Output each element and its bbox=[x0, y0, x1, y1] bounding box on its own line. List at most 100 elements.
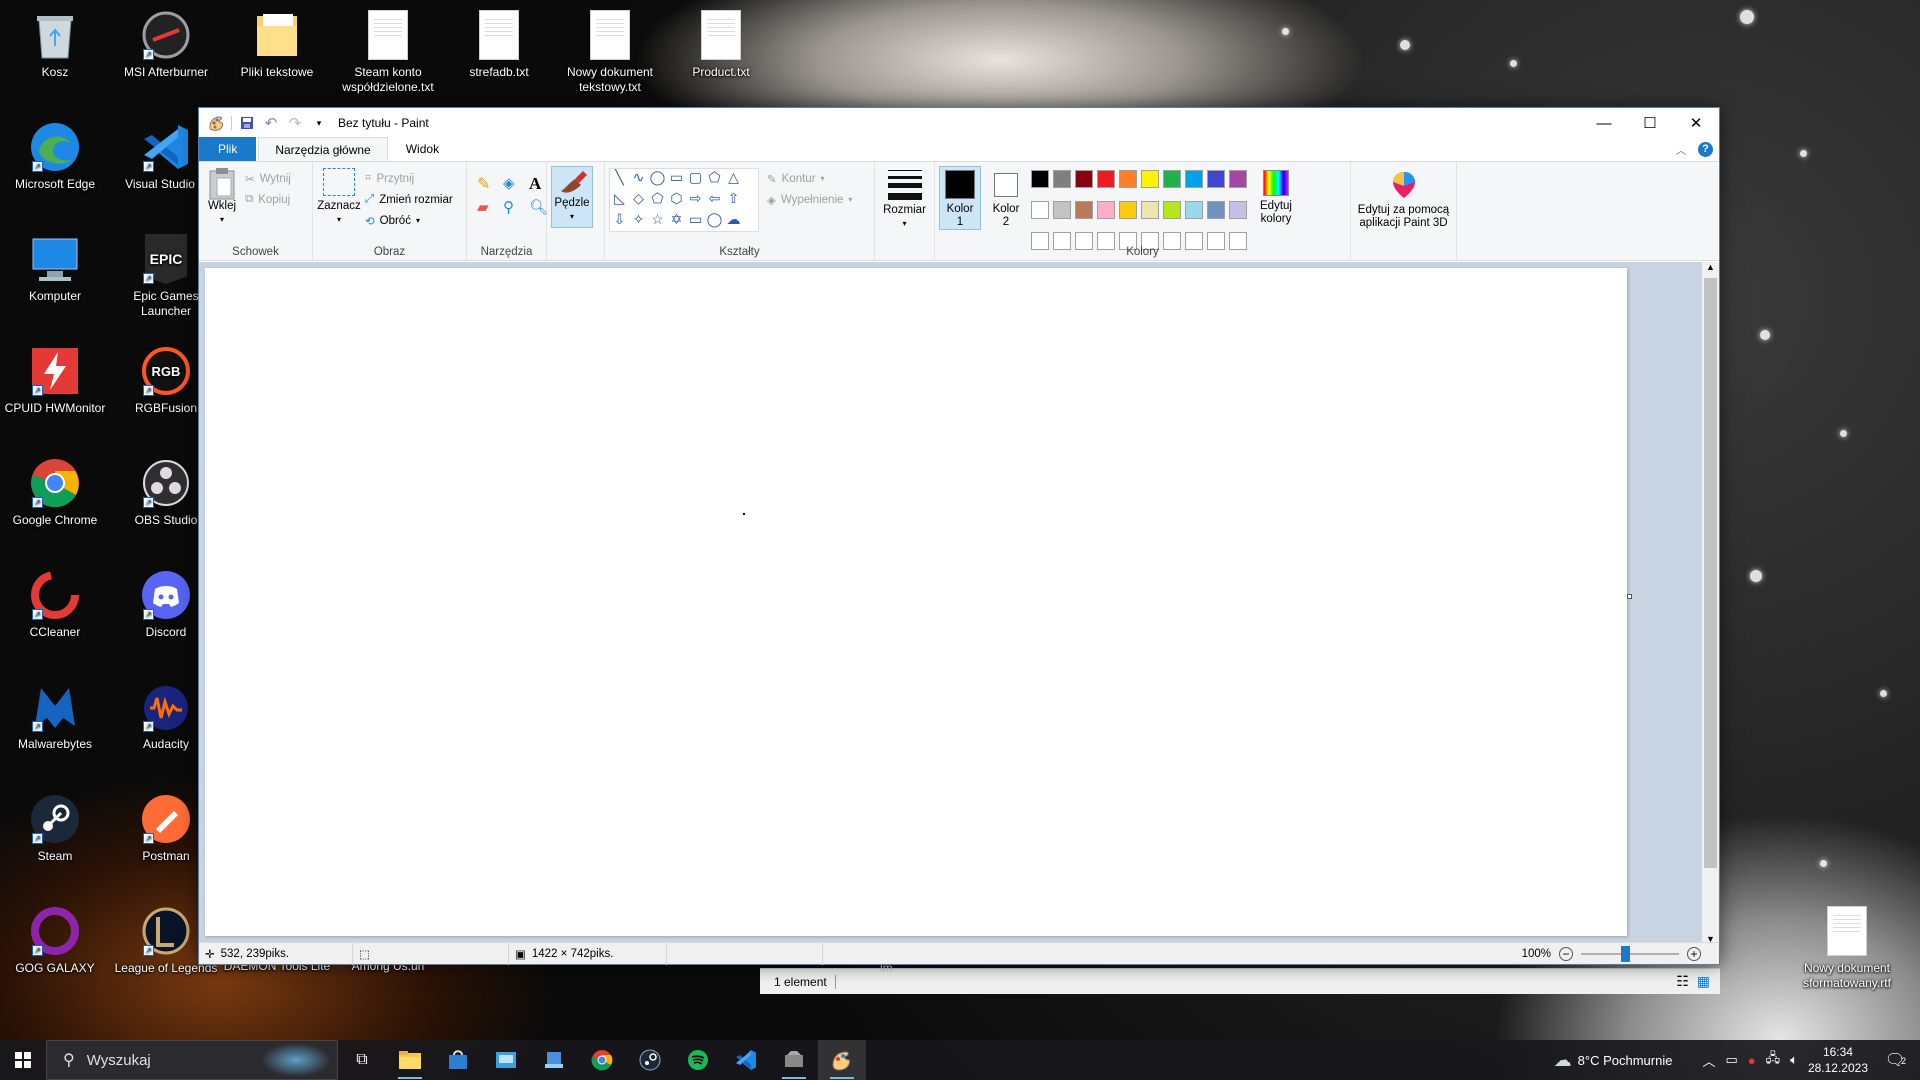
undo-icon[interactable]: ↶ bbox=[262, 114, 280, 132]
five-point-star-shape-icon[interactable]: ☆ bbox=[648, 211, 667, 232]
palette-swatch[interactable] bbox=[1207, 201, 1225, 219]
palette-swatch[interactable] bbox=[1163, 201, 1181, 219]
device-icon[interactable]: ▭ bbox=[1725, 1052, 1737, 1068]
redo-icon[interactable]: ↷ bbox=[286, 114, 304, 132]
taskbar-paint[interactable] bbox=[818, 1040, 866, 1080]
taskbar-chrome[interactable] bbox=[578, 1040, 626, 1080]
palette-swatch[interactable] bbox=[1229, 170, 1247, 188]
desktop-icon-nowy-dokument-rtf[interactable]: Nowy dokument sformatowany.rtf bbox=[1792, 904, 1902, 991]
left-arrow-shape-icon[interactable]: ⇦ bbox=[705, 190, 724, 211]
diamond-shape-icon[interactable]: ◇ bbox=[629, 190, 648, 211]
collapse-ribbon-icon[interactable]: ︿ bbox=[1676, 142, 1686, 157]
six-point-star-shape-icon[interactable]: ✡ bbox=[667, 211, 686, 232]
palette-swatch[interactable] bbox=[1097, 170, 1115, 188]
scroll-up-icon[interactable]: ▲ bbox=[1702, 262, 1719, 276]
palette-swatch[interactable] bbox=[1163, 170, 1181, 188]
desktop-icon-product[interactable]: Product.txt bbox=[666, 8, 776, 80]
palette-swatch[interactable] bbox=[1207, 170, 1225, 188]
desktop-icon-steam-konto[interactable]: Steam konto współdzielone.txt bbox=[333, 8, 443, 95]
task-view-button[interactable]: ⧉ bbox=[338, 1040, 386, 1080]
desktop-icon-ccleaner[interactable]: ↗ CCleaner bbox=[0, 568, 110, 640]
resize-button[interactable]: ⤢ Zmień rozmiar bbox=[365, 189, 453, 210]
taskbar-search[interactable]: ⚲ Wyszukaj bbox=[46, 1040, 338, 1080]
zoom-slider[interactable] bbox=[1581, 945, 1679, 962]
right-triangle-shape-icon[interactable]: ◺ bbox=[610, 190, 629, 211]
save-icon[interactable] bbox=[238, 114, 256, 132]
scroll-thumb[interactable] bbox=[1704, 278, 1717, 868]
help-icon[interactable]: ? bbox=[1698, 141, 1713, 157]
palette-swatch[interactable] bbox=[1075, 170, 1093, 188]
crop-button[interactable]: ⌗ Przytnij bbox=[365, 168, 453, 189]
triangle-shape-icon[interactable]: △ bbox=[724, 169, 743, 190]
eraser-icon[interactable]: ▰ bbox=[477, 198, 499, 216]
down-arrow-shape-icon[interactable]: ⇩ bbox=[610, 211, 629, 232]
taskbar-steam[interactable] bbox=[626, 1040, 674, 1080]
clock[interactable]: 16:34 28.12.2023 bbox=[1808, 1044, 1868, 1076]
palette-swatch[interactable] bbox=[1119, 170, 1137, 188]
taskbar-vscode[interactable] bbox=[722, 1040, 770, 1080]
palette-swatch[interactable] bbox=[1141, 170, 1159, 188]
desktop-icon-steam[interactable]: ↗ Steam bbox=[0, 792, 110, 864]
brushes-button[interactable]: Pędzle ▾ bbox=[551, 166, 593, 228]
outline-dropdown[interactable]: ✎ Kontur ▾ bbox=[767, 168, 852, 189]
start-button[interactable] bbox=[0, 1040, 46, 1080]
taskbar-unknown-app[interactable] bbox=[770, 1040, 818, 1080]
up-arrow-shape-icon[interactable]: ⇧ bbox=[724, 190, 743, 211]
desktop-icon-msi-afterburner[interactable]: ↗ MSI Afterburner bbox=[111, 8, 221, 80]
palette-swatch[interactable] bbox=[1185, 170, 1203, 188]
taskbar-deploy[interactable] bbox=[530, 1040, 578, 1080]
callout-cloud-shape-icon[interactable]: ☁ bbox=[724, 211, 743, 232]
hexagon-shape-icon[interactable]: ⬡ bbox=[667, 190, 686, 211]
palette-swatch[interactable] bbox=[1141, 201, 1159, 219]
tab-view[interactable]: Widok bbox=[390, 137, 455, 161]
edit-with-paint3d-button[interactable]: Edytuj za pomocą aplikacji Paint 3D bbox=[1355, 166, 1452, 230]
notification-center-button[interactable]: 🗨︎ 2 bbox=[1878, 1050, 1912, 1070]
weather-widget[interactable]: ☁ 8°C Pochmurnie bbox=[1554, 1050, 1673, 1071]
customize-qat-icon[interactable]: ▾ bbox=[310, 114, 328, 132]
canvas-resize-handle[interactable] bbox=[1627, 594, 1632, 599]
palette-swatch[interactable] bbox=[1053, 201, 1071, 219]
antivirus-icon[interactable]: ● bbox=[1748, 1053, 1756, 1068]
maximize-button[interactable]: ☐ bbox=[1627, 108, 1673, 138]
color1-button[interactable]: Kolor 1 bbox=[939, 166, 981, 230]
polygon-shape-icon[interactable]: ⬠ bbox=[705, 169, 724, 190]
show-hidden-icons-icon[interactable]: ︿ bbox=[1702, 1051, 1715, 1070]
paint-app-icon[interactable] bbox=[207, 114, 225, 132]
oval-shape-icon[interactable]: ◯ bbox=[648, 169, 667, 190]
palette-swatch[interactable] bbox=[1031, 170, 1049, 188]
zoom-in-icon[interactable]: + bbox=[1687, 946, 1701, 961]
drawing-canvas[interactable] bbox=[205, 268, 1632, 936]
curve-shape-icon[interactable]: ∿ bbox=[629, 169, 648, 190]
callout-rect-shape-icon[interactable]: ▭ bbox=[686, 211, 705, 232]
desktop-icon-edge[interactable]: ↗ Microsoft Edge bbox=[0, 120, 110, 192]
desktop-icon-malwarebytes[interactable]: ↗ Malwarebytes bbox=[0, 680, 110, 752]
desktop-icon-pliki-tekstowe[interactable]: Pliki tekstowe bbox=[222, 8, 332, 80]
minimize-button[interactable]: — bbox=[1581, 108, 1627, 138]
pentagon-shape-icon[interactable]: ⬠ bbox=[648, 190, 667, 211]
close-button[interactable]: ✕ bbox=[1673, 108, 1719, 138]
four-point-star-shape-icon[interactable]: ✧ bbox=[629, 211, 648, 232]
desktop-icon-chrome[interactable]: ↗ Google Chrome bbox=[0, 456, 110, 528]
desktop-icon-komputer[interactable]: Komputer bbox=[0, 232, 110, 304]
rotate-button[interactable]: ⟲ Obróć ▾ bbox=[365, 210, 453, 231]
palette-swatch[interactable] bbox=[1229, 201, 1247, 219]
size-button[interactable]: Rozmiar ▾ bbox=[879, 166, 930, 230]
palette-swatch[interactable] bbox=[1185, 201, 1203, 219]
desktop-icon-hwmonitor[interactable]: ↗ CPUID HWMonitor bbox=[0, 344, 110, 416]
line-shape-icon[interactable]: ╲ bbox=[610, 169, 629, 190]
zoom-slider-thumb[interactable] bbox=[1621, 945, 1630, 962]
palette-swatch[interactable] bbox=[1053, 170, 1071, 188]
tab-home[interactable]: Narzędzia główne bbox=[258, 137, 388, 161]
pencil-icon[interactable]: ✎ bbox=[477, 174, 499, 194]
palette-swatch[interactable] bbox=[1075, 201, 1093, 219]
palette-swatch[interactable] bbox=[1097, 201, 1115, 219]
rectangle-shape-icon[interactable]: ▭ bbox=[667, 169, 686, 190]
zoom-out-icon[interactable]: − bbox=[1559, 946, 1573, 961]
shapes-gallery[interactable]: ╲ ∿ ◯ ▭ ▢ ⬠ △ ◺ ◇ ⬠ ⬡ ⇨ ⇦ ⇧ ⇩ ✧ ☆ ✡ ▭ ◯ ☁ bbox=[609, 168, 759, 232]
copy-button[interactable]: ⧉ Kopiuj bbox=[245, 189, 291, 210]
rounded-rect-shape-icon[interactable]: ▢ bbox=[686, 169, 705, 190]
desktop-icon-strefadb[interactable]: strefadb.txt bbox=[444, 8, 554, 80]
palette-swatch[interactable] bbox=[1119, 201, 1137, 219]
desktop-icon-nowy-dokument[interactable]: Nowy dokument tekstowy.txt bbox=[555, 8, 665, 95]
volume-icon[interactable]: 🔈︎ bbox=[1790, 1052, 1798, 1068]
